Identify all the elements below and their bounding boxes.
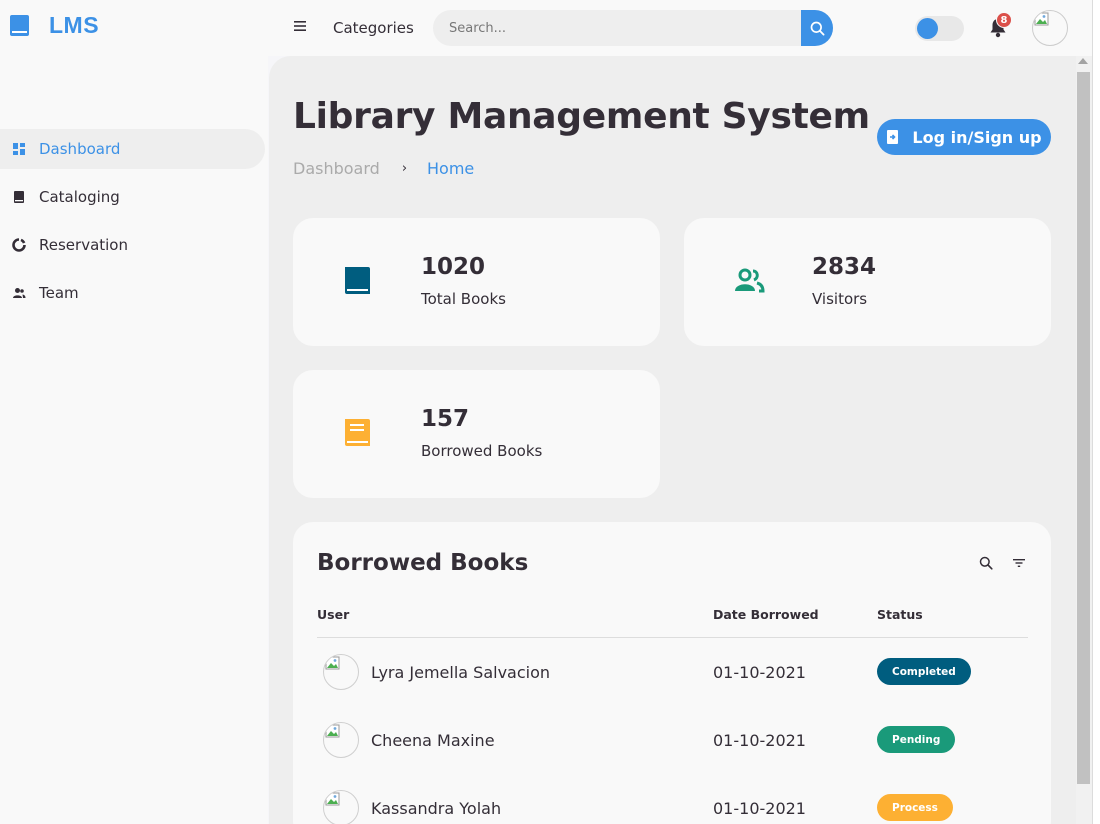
window-edge	[1092, 0, 1100, 824]
status-badge: Process	[877, 794, 953, 821]
sidebar-item-label: Reservation	[39, 236, 128, 254]
broken-image-icon	[325, 792, 340, 806]
sidebar-item-label: Team	[39, 284, 79, 302]
brand[interactable]: LMS	[10, 12, 99, 39]
stat-value: 2834	[812, 254, 877, 280]
borrowed-books-panel: Borrowed Books User Date Borrowed Status…	[293, 522, 1051, 824]
column-header-user: User	[317, 607, 350, 622]
user-name: Cheena Maxine	[371, 731, 495, 750]
stat-label: Total Books	[421, 290, 506, 308]
sidebar-item-cataloging[interactable]: Cataloging	[0, 177, 265, 217]
sidebar-item-label: Dashboard	[39, 140, 121, 158]
panel-title: Borrowed Books	[317, 550, 529, 576]
sidebar-item-dashboard[interactable]: Dashboard	[0, 129, 265, 169]
broken-image-icon	[1034, 12, 1049, 26]
search-input[interactable]	[433, 10, 801, 46]
avatar	[323, 654, 359, 690]
scrollbar-thumb[interactable]	[1077, 72, 1090, 784]
broken-image-icon	[325, 656, 340, 670]
sidebar: Dashboard Cataloging Reservation Team	[0, 56, 268, 824]
user-name: Lyra Jemella Salvacion	[371, 663, 551, 682]
donut-chart-icon	[12, 238, 26, 252]
toggle-knob	[917, 18, 938, 39]
book-icon	[345, 267, 370, 294]
book-icon	[10, 14, 29, 36]
date-borrowed: 01-10-2021	[713, 731, 806, 750]
status-badge: Completed	[877, 658, 971, 685]
date-borrowed: 01-10-2021	[713, 799, 806, 818]
user-name: Kassandra Yolah	[371, 799, 502, 818]
users-icon	[735, 268, 765, 293]
team-icon	[13, 288, 26, 298]
search-button[interactable]	[801, 10, 833, 46]
categories-link[interactable]: Categories	[333, 19, 414, 37]
table-row[interactable]: Cheena Maxine 01-10-2021 Pending	[317, 716, 1028, 764]
theme-toggle[interactable]	[915, 16, 964, 41]
brand-name: LMS	[49, 12, 100, 38]
status-badge: Pending	[877, 726, 956, 753]
menu-icon[interactable]	[293, 19, 307, 33]
filter-icon[interactable]	[1012, 558, 1026, 568]
dashboard-icon	[13, 143, 25, 155]
scroll-up-arrow-icon[interactable]	[1078, 58, 1088, 64]
date-borrowed: 01-10-2021	[713, 663, 806, 682]
column-header-date: Date Borrowed	[713, 607, 819, 622]
stat-card-total-books: 1020 Total Books	[293, 218, 660, 346]
book-icon	[345, 419, 370, 446]
avatar	[323, 790, 359, 824]
stat-label: Visitors	[812, 290, 868, 308]
stat-card-borrowed-books: 157 Borrowed Books	[293, 370, 660, 498]
search-bar	[433, 10, 833, 46]
breadcrumb-dashboard[interactable]: Dashboard	[293, 159, 380, 178]
book-icon	[14, 191, 24, 203]
stat-value: 1020	[421, 254, 486, 280]
column-header-status: Status	[877, 607, 923, 622]
table-row[interactable]: Kassandra Yolah 01-10-2021 Process	[317, 784, 1028, 824]
search-icon	[810, 21, 825, 36]
search-icon[interactable]	[979, 556, 993, 570]
login-icon	[887, 130, 899, 144]
notification-badge: 8	[996, 12, 1012, 28]
table-row[interactable]: Lyra Jemella Salvacion 01-10-2021 Comple…	[317, 648, 1028, 696]
chevron-right-icon: ›	[401, 161, 408, 176]
sidebar-item-reservation[interactable]: Reservation	[0, 225, 265, 265]
login-signup-label: Log in/Sign up	[912, 127, 1042, 147]
sidebar-item-label: Cataloging	[39, 188, 120, 206]
page-title: Library Management System	[293, 96, 870, 137]
stat-label: Borrowed Books	[421, 442, 543, 460]
stat-card-visitors: 2834 Visitors	[684, 218, 1051, 346]
sidebar-item-team[interactable]: Team	[0, 273, 265, 313]
profile-avatar[interactable]	[1032, 10, 1068, 46]
header-divider	[317, 637, 1028, 638]
main-content: Library Management System Dashboard › Ho…	[269, 56, 1076, 824]
avatar	[323, 722, 359, 758]
login-signup-button[interactable]: Log in/Sign up	[877, 119, 1051, 155]
broken-image-icon	[325, 724, 340, 738]
stat-value: 157	[421, 406, 470, 432]
breadcrumb-home[interactable]: Home	[427, 159, 474, 178]
breadcrumb: Dashboard › Home	[293, 159, 474, 178]
top-navbar: LMS Categories 8	[0, 0, 1100, 56]
